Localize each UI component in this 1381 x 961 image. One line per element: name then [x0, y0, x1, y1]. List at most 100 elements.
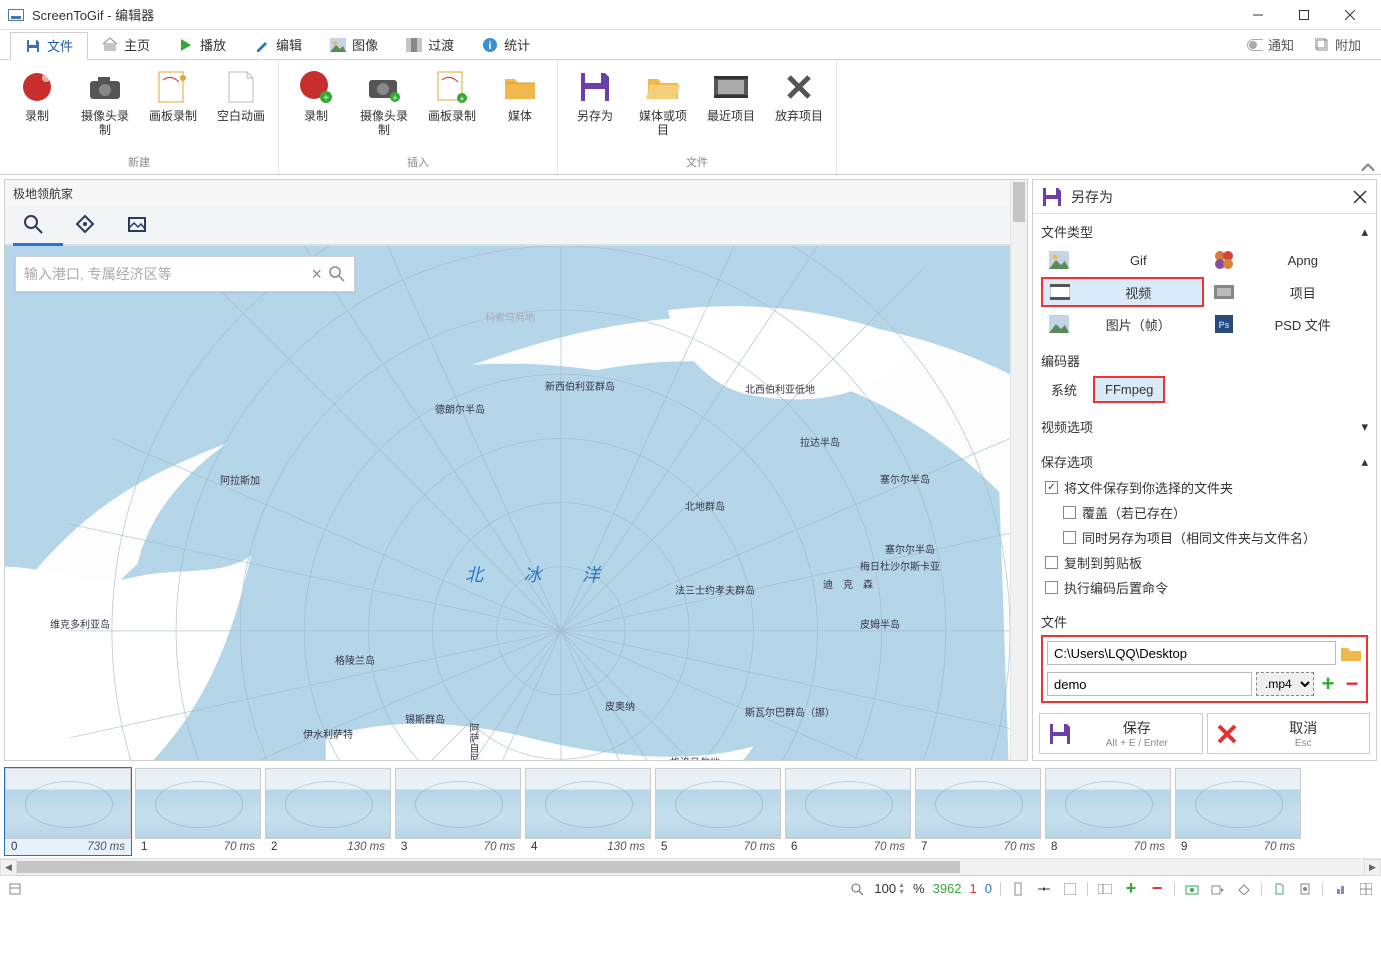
tab-stats[interactable]: i统计 [468, 31, 544, 59]
insert-media-button[interactable]: 媒体 [491, 65, 549, 123]
filetype-image[interactable]: 图片（帧） [1041, 309, 1204, 339]
status-icon-3[interactable] [1061, 880, 1079, 898]
config-icon[interactable] [6, 880, 24, 898]
chk-save-project[interactable]: 同时另存为项目（相同文件夹与文件名） [1041, 525, 1368, 550]
zoom-icon[interactable] [848, 880, 866, 898]
status-cur: 0 [985, 881, 992, 896]
recent-project-button[interactable]: 最近项目 [702, 65, 760, 123]
status-icon-11[interactable] [1296, 880, 1314, 898]
search-icon[interactable] [328, 265, 346, 283]
status-icon-7[interactable] [1183, 880, 1201, 898]
svg-text:i: i [489, 40, 492, 52]
clear-icon[interactable]: × [311, 264, 322, 285]
preview-vscroll[interactable] [1010, 180, 1027, 760]
checkbox-icon [1045, 581, 1058, 594]
scroll-left-icon[interactable]: ◀ [0, 859, 17, 876]
frame-item[interactable]: 7 70 ms [914, 767, 1042, 856]
frame-thumb [395, 768, 521, 839]
frame-item[interactable]: 3 70 ms [394, 767, 522, 856]
insert-camera-button[interactable]: +摄像头录制 [355, 65, 413, 138]
apng-icon [1213, 249, 1235, 271]
status-icon-10[interactable] [1270, 880, 1288, 898]
frame-item[interactable]: 1 70 ms [134, 767, 262, 856]
scroll-right-icon[interactable]: ▶ [1364, 859, 1381, 876]
chk-clipboard[interactable]: 复制到剪贴板 [1041, 550, 1368, 575]
map-canvas[interactable]: 北 冰 洋 科索马烏地 新西伯利亚群岛 北西伯利亚低地 德朗尔半岛 拉达半岛 塞… [5, 246, 1010, 760]
frame-item[interactable]: 9 70 ms [1174, 767, 1302, 856]
frame-thumb [915, 768, 1041, 839]
saveas-button[interactable]: 另存为 [566, 65, 624, 123]
preview-toolbar [5, 206, 1010, 246]
zoom-value[interactable]: 100▲▼ [874, 881, 905, 896]
close-panel-button[interactable] [1352, 189, 1368, 205]
media-project-button[interactable]: 媒体或项目 [634, 65, 692, 138]
search-input[interactable] [24, 266, 305, 282]
path-input[interactable] [1047, 641, 1336, 665]
videoopts-header[interactable]: 视频选项▾ [1041, 413, 1368, 440]
chk-post-cmd[interactable]: 执行编码后置命令 [1041, 575, 1368, 600]
board-icon [155, 69, 191, 105]
board-record-button[interactable]: 画板录制 [144, 65, 202, 123]
filetype-psd[interactable]: PsPSD 文件 [1206, 309, 1369, 339]
status-remove-icon[interactable]: − [1148, 880, 1166, 898]
record-button[interactable]: 录制 [8, 65, 66, 123]
browse-button[interactable] [1340, 644, 1362, 662]
search-icon[interactable] [23, 214, 45, 236]
status-icon-9[interactable] [1235, 880, 1253, 898]
ribbon-collapse-icon[interactable] [1361, 162, 1375, 172]
frame-item[interactable]: 8 70 ms [1044, 767, 1172, 856]
status-icon-4[interactable] [1096, 880, 1114, 898]
status-icon-8[interactable] [1209, 880, 1227, 898]
frame-item[interactable]: 5 70 ms [654, 767, 782, 856]
chk-save-folder[interactable]: ✓将文件保存到你选择的文件夹 [1041, 475, 1368, 500]
saveopts-header[interactable]: 保存选项▴ [1041, 448, 1368, 475]
status-icon-12[interactable] [1331, 880, 1349, 898]
frame-item[interactable]: 4 130 ms [524, 767, 652, 856]
tab-transition[interactable]: 过渡 [392, 31, 468, 59]
filetype-gif[interactable]: Gif [1041, 245, 1204, 275]
save-icon [1048, 722, 1072, 746]
cancel-button[interactable]: 取消Esc [1207, 713, 1371, 754]
maximize-button[interactable] [1281, 0, 1327, 30]
filetype-header[interactable]: 文件类型▴ [1041, 218, 1368, 245]
status-icon-13[interactable] [1357, 880, 1375, 898]
insert-record-button[interactable]: +录制 [287, 65, 345, 123]
remove-button[interactable]: − [1342, 671, 1362, 697]
chk-overwrite[interactable]: 覆盖（若已存在） [1041, 500, 1368, 525]
tab-image[interactable]: 图像 [316, 31, 392, 59]
add-button[interactable]: + [1318, 671, 1338, 697]
close-button[interactable] [1327, 0, 1373, 30]
filetype-video[interactable]: 视频 [1041, 277, 1204, 307]
save-button[interactable]: 保存Alt + E / Enter [1039, 713, 1203, 754]
photo-icon[interactable] [127, 214, 149, 236]
ext-select[interactable]: .mp4 [1256, 672, 1314, 696]
group-label: 文件 [686, 152, 708, 172]
filename-input[interactable] [1047, 672, 1252, 696]
status-icon-2[interactable] [1035, 880, 1053, 898]
frame-item[interactable]: 0 730 ms [4, 767, 132, 856]
ribbon-group-new: 录制 摄像头录制 画板录制 空白动画 新建 [0, 60, 279, 174]
insert-board-button[interactable]: +画板录制 [423, 65, 481, 123]
minimize-button[interactable] [1235, 0, 1281, 30]
encoder-system[interactable]: 系统 [1041, 376, 1087, 403]
status-icon-1[interactable] [1009, 880, 1027, 898]
frame-item[interactable]: 6 70 ms [784, 767, 912, 856]
encoder-ffmpeg[interactable]: FFmpeg [1093, 376, 1165, 403]
filetype-apng[interactable]: Apng [1206, 245, 1369, 275]
file-inputs: .mp4 + − [1041, 635, 1368, 703]
tab-play[interactable]: 播放 [164, 31, 240, 59]
discard-button[interactable]: 放弃项目 [770, 65, 828, 123]
tab-edit[interactable]: 编辑 [240, 31, 316, 59]
attach-button[interactable]: 附加 [1304, 35, 1371, 54]
status-add-icon[interactable]: + [1122, 880, 1140, 898]
tab-home[interactable]: 主页 [88, 31, 164, 59]
tab-file[interactable]: 文件 [10, 32, 88, 60]
frame-item[interactable]: 2 130 ms [264, 767, 392, 856]
filetype-project[interactable]: 项目 [1206, 277, 1369, 307]
blank-button[interactable]: 空白动画 [212, 65, 270, 123]
frames-hscroll[interactable]: ◀ ▶ [0, 858, 1381, 875]
main-area: 极地领航家 × [0, 175, 1381, 765]
diamond-icon[interactable] [75, 214, 97, 236]
notify-button[interactable]: 通知 [1237, 35, 1304, 54]
camera-record-button[interactable]: 摄像头录制 [76, 65, 134, 138]
